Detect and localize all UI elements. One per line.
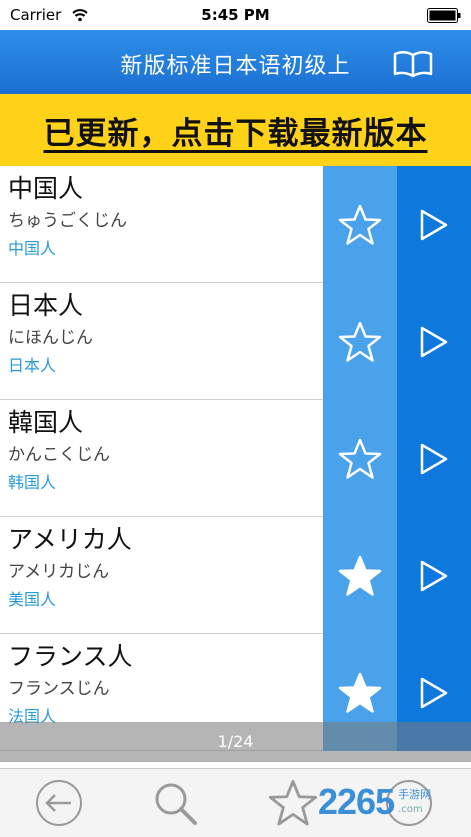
word-kana: ちゅうごくじん <box>8 211 127 231</box>
word-kanji: 韓国人 <box>8 408 84 437</box>
status-time: 5:45 PM <box>201 6 270 24</box>
word-meaning: 美国人 <box>8 590 57 609</box>
update-banner[interactable]: 已更新，点击下载最新版本 <box>0 94 471 166</box>
nav-header: 新版标准日本语初级上 <box>0 30 471 94</box>
word-meaning: 中国人 <box>8 239 57 258</box>
update-banner-text[interactable]: 已更新，点击下载最新版本 <box>44 108 428 153</box>
search-button[interactable] <box>148 777 202 829</box>
word-list: 中国人 ちゅうごくじん 中国人 日本人 にほんじん 日本人 韓国人 かんこくじん… <box>0 166 471 751</box>
star-filled-icon <box>338 555 382 596</box>
word-kanji: アメリカ人 <box>8 525 132 554</box>
list-item[interactable]: 日本人 にほんじん 日本人 <box>0 283 471 400</box>
play-icon <box>420 677 448 708</box>
watermark-site: .com <box>398 803 423 815</box>
star-filled-icon <box>338 672 382 713</box>
star-outline-icon <box>338 321 382 362</box>
back-button[interactable] <box>32 777 86 829</box>
star-outline-icon <box>338 438 382 479</box>
watermark-label: 手游网 <box>398 787 432 801</box>
word-meaning: 韩国人 <box>8 473 57 492</box>
play-icon <box>420 209 448 240</box>
page-indicator: 1/24 <box>0 722 471 762</box>
word-kana: にほんじん <box>8 328 93 348</box>
status-bar: Carrier 5:45 PM <box>0 0 471 30</box>
play-audio-button[interactable] <box>397 283 471 400</box>
word-kana: フランスじん <box>8 679 110 699</box>
play-audio-button[interactable] <box>397 400 471 517</box>
word-kana: かんこくじん <box>8 445 110 465</box>
play-icon <box>420 326 448 357</box>
book-icon[interactable] <box>393 50 433 78</box>
watermark-number: 2265 <box>318 781 395 822</box>
list-item[interactable]: 韓国人 かんこくじん 韩国人 <box>0 400 471 517</box>
play-audio-button[interactable] <box>397 166 471 283</box>
play-icon <box>420 560 448 591</box>
word-kana: アメリカじん <box>8 562 110 582</box>
favorite-button[interactable] <box>323 283 397 400</box>
battery-icon <box>427 8 461 23</box>
list-item[interactable]: 中国人 ちゅうごくじん 中国人 <box>0 166 471 283</box>
word-kanji: フランス人 <box>8 642 133 671</box>
word-kanji: 日本人 <box>8 291 84 320</box>
favorites-button[interactable] <box>266 777 320 829</box>
watermark-logo: 2265 手游网 .com <box>318 772 431 832</box>
back-icon <box>36 780 82 826</box>
star-outline-icon <box>338 204 382 245</box>
favorite-button[interactable] <box>323 517 397 634</box>
word-kanji: 中国人 <box>8 174 84 203</box>
play-icon <box>420 443 448 474</box>
favorite-button[interactable] <box>323 400 397 517</box>
favorites-star-icon <box>268 779 318 826</box>
play-audio-button[interactable] <box>397 517 471 634</box>
favorite-button[interactable] <box>323 166 397 283</box>
search-icon <box>155 783 197 825</box>
list-item[interactable]: アメリカ人 アメリカじん 美国人 <box>0 517 471 634</box>
word-meaning: 日本人 <box>8 356 57 375</box>
